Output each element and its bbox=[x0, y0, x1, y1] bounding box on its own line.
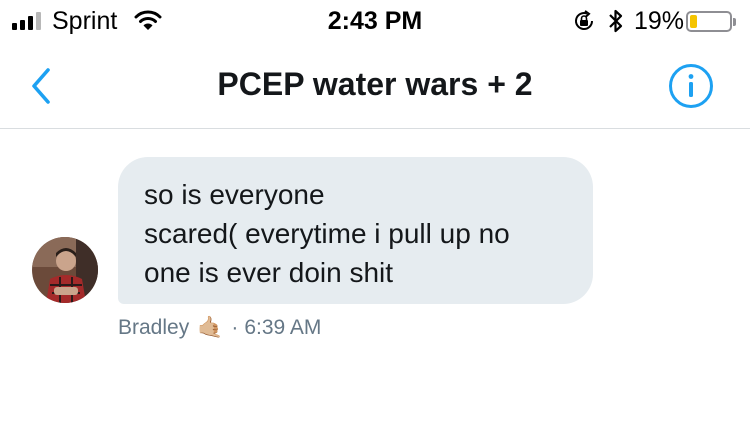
message-text-line: so is everyone bbox=[144, 179, 325, 210]
info-button[interactable] bbox=[668, 63, 714, 109]
message-timestamp: 6:39 AM bbox=[244, 316, 322, 339]
message-meta: Bradley 🤙🏼 · 6:39 AM bbox=[118, 316, 321, 340]
rotation-lock-icon bbox=[575, 10, 593, 30]
avatar[interactable] bbox=[32, 237, 98, 303]
call-me-hand-emoji: 🤙🏼 bbox=[197, 316, 224, 339]
message-bubble[interactable]: so is everyone scared( everytime i pull … bbox=[118, 157, 593, 304]
conversation-header: PCEP water wars + 2 bbox=[0, 44, 750, 129]
sender-name: Bradley bbox=[118, 316, 190, 339]
bluetooth-icon bbox=[609, 9, 623, 33]
message-text-line: one is ever doin shit bbox=[144, 257, 394, 288]
message-text-line: scared( everytime i pull up no bbox=[144, 218, 510, 249]
meta-separator: · bbox=[231, 316, 239, 339]
battery-percent: 19% bbox=[634, 7, 685, 35]
battery-icon bbox=[686, 11, 736, 32]
info-icon bbox=[669, 64, 713, 108]
conversation-title: PCEP water wars + 2 bbox=[217, 66, 533, 102]
status-bar: Sprint 2:43 PM 19% bbox=[0, 0, 750, 40]
